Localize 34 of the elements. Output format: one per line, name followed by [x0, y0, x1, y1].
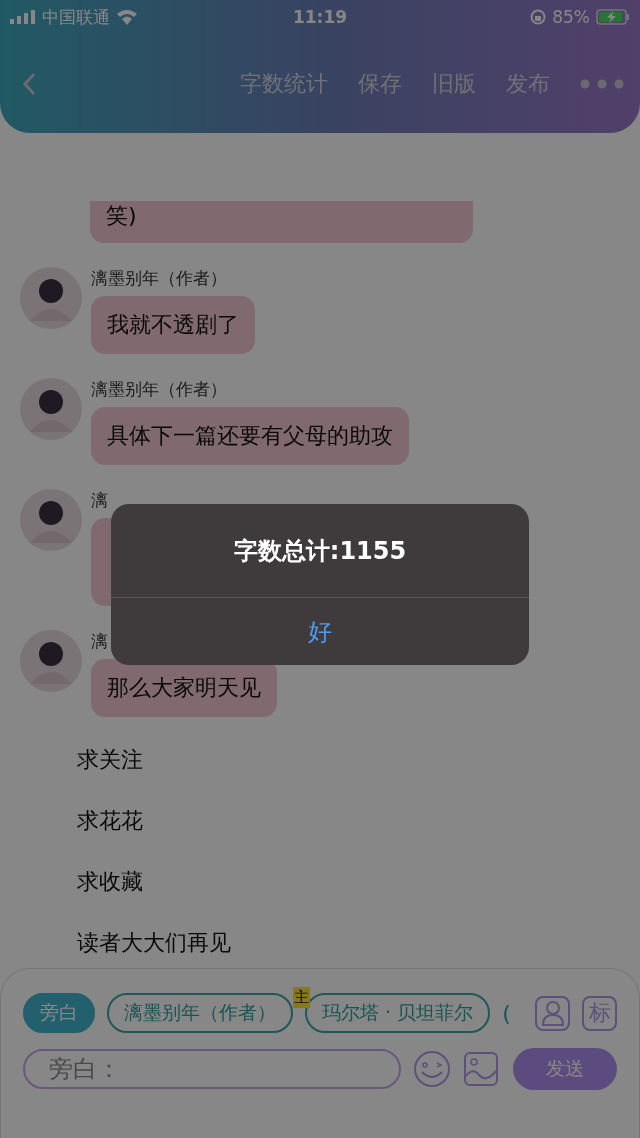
message-bubble: 我就不透剧了: [91, 296, 255, 354]
clock-time: 11:19: [292, 7, 348, 27]
wifi-icon: [116, 9, 138, 25]
input-field[interactable]: 旁白：: [23, 1049, 401, 1089]
narration-text: 求关注: [77, 745, 144, 774]
sender-name: 漓墨别年（作者）: [91, 378, 227, 401]
role-chip[interactable]: 漓墨别年（作者）: [107, 993, 293, 1033]
sender-name: 漓: [91, 630, 108, 653]
narration-text: 求收藏: [77, 867, 144, 896]
role-chip[interactable]: 旁白: [23, 993, 95, 1033]
emoji-icon[interactable]: [413, 1050, 451, 1088]
more-icon[interactable]: [580, 78, 624, 89]
battery-icon: [596, 9, 630, 25]
message-bubble: 笑): [90, 201, 473, 243]
avatar: [20, 378, 82, 440]
avatar: [20, 489, 82, 551]
message-bubble: 那么大家明天见: [91, 659, 277, 717]
avatar: [20, 267, 82, 329]
back-icon[interactable]: [22, 71, 36, 96]
dialog-message: 字数总计:1155: [111, 504, 529, 598]
image-icon[interactable]: [463, 1051, 499, 1087]
avatar: [20, 630, 82, 692]
signal-icon: [10, 10, 36, 24]
rotation-lock-icon: [530, 9, 547, 25]
nav-action[interactable]: 字数统计: [240, 68, 328, 99]
sender-name: 漓墨别年（作者）: [91, 267, 227, 290]
narration-text: 读者大大们再见: [77, 928, 232, 957]
battery-percent: 85%: [552, 7, 590, 27]
lead-badge: 主: [293, 987, 310, 1008]
message-bubble: 具体下一篇还要有父母的助攻: [91, 407, 409, 465]
sender-name: 漓: [91, 489, 108, 512]
narration-text: 求花花: [77, 806, 144, 835]
person-icon[interactable]: [535, 995, 570, 1031]
carrier-name: 中国联通: [42, 5, 110, 29]
